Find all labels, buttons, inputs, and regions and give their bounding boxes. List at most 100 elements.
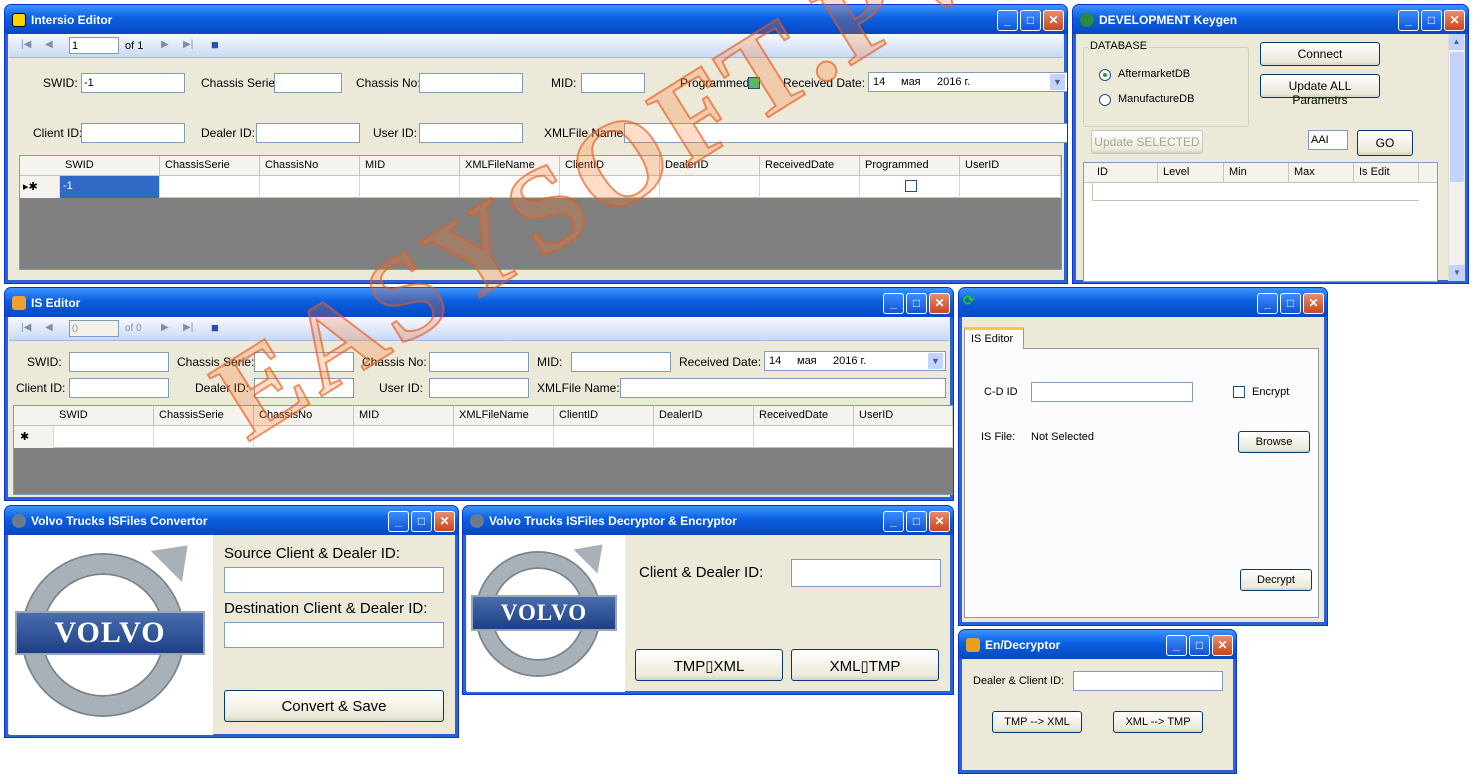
dealer-id-input[interactable]	[256, 123, 360, 143]
col-header[interactable]: Level	[1158, 163, 1224, 183]
keygen-window[interactable]: DEVELOPMENT Keygen _ □ ✕ DATABASE Afterm…	[1072, 4, 1469, 284]
en-decryptor-titlebar[interactable]: En/Decryptor _ □ ✕	[959, 630, 1236, 659]
minimize-button[interactable]: _	[1166, 635, 1187, 656]
swid-cell[interactable]: -1	[60, 176, 160, 198]
grid-cell[interactable]	[460, 176, 560, 198]
swid-input[interactable]	[69, 352, 169, 372]
browse-button[interactable]: Browse	[1238, 431, 1310, 453]
grid-cell[interactable]	[360, 176, 460, 198]
col-header[interactable]: ID	[1092, 163, 1158, 183]
aftermarket-label[interactable]: AftermarketDB	[1118, 68, 1190, 80]
minimize-button[interactable]: _	[883, 511, 904, 532]
first-record-icon[interactable]: |◀	[21, 39, 31, 50]
decrypt-button[interactable]: Decrypt	[1240, 569, 1312, 591]
grid-cell[interactable]	[154, 426, 254, 448]
mid-input[interactable]	[581, 73, 645, 93]
is-editor-titlebar[interactable]: IS Editor _ □ ✕	[5, 288, 953, 317]
grid-cell[interactable]	[254, 426, 354, 448]
records-grid[interactable]: SWID ChassisSerie ChassisNo MID XMLFileN…	[13, 405, 953, 495]
intersio-editor-window[interactable]: Intersio Editor _ □ ✕ |◀ ◀ of 1 ▶ ▶| ■ S…	[4, 4, 1068, 284]
next-record-icon[interactable]: ▶	[161, 322, 169, 333]
convertor-window[interactable]: Volvo Trucks ISFiles Convertor _ □ ✕ VOL…	[4, 505, 459, 738]
decryptor-titlebar[interactable]: Volvo Trucks ISFiles Decryptor & Encrypt…	[463, 506, 953, 535]
grid-cell[interactable]	[554, 426, 654, 448]
manufacture-radio[interactable]	[1099, 94, 1111, 106]
col-header[interactable]: Is Edit	[1354, 163, 1419, 183]
chevron-down-icon[interactable]: ▼	[1050, 74, 1065, 90]
keygen-titlebar[interactable]: DEVELOPMENT Keygen _ □ ✕	[1073, 5, 1468, 34]
grid-cell[interactable]	[160, 176, 260, 198]
col-header[interactable]: ReceivedDate	[760, 156, 860, 176]
prev-record-icon[interactable]: ◀	[45, 39, 53, 50]
close-button[interactable]: ✕	[1303, 293, 1324, 314]
params-grid[interactable]: ID Level Min Max Is Edit	[1083, 162, 1438, 282]
decryptor-window[interactable]: Volvo Trucks ISFiles Decryptor & Encrypt…	[462, 505, 954, 695]
col-header[interactable]: ClientID	[554, 406, 654, 426]
col-header[interactable]: UserID	[960, 156, 1061, 176]
programmed-cell-checkbox[interactable]	[905, 180, 917, 192]
mid-input[interactable]	[571, 352, 671, 372]
intersio-editor-titlebar[interactable]: Intersio Editor _ □ ✕	[5, 5, 1067, 34]
client-id-input[interactable]	[81, 123, 185, 143]
grid-cell[interactable]	[354, 426, 454, 448]
xml-to-tmp-button[interactable]: XML --> TMP	[1113, 711, 1203, 733]
maximize-button[interactable]: □	[906, 293, 927, 314]
received-date-picker[interactable]: 14 мая 2016 г. ▼	[868, 72, 1067, 92]
scroll-down-icon[interactable]: ▼	[1449, 265, 1465, 281]
first-record-icon[interactable]: |◀	[21, 322, 31, 333]
tab-is-editor[interactable]: IS Editor	[964, 327, 1024, 349]
col-header[interactable]: DealerID	[660, 156, 760, 176]
grid-cell[interactable]	[54, 426, 154, 448]
last-record-icon[interactable]: ▶|	[183, 322, 193, 333]
col-header[interactable]: ChassisSerie	[160, 156, 260, 176]
swid-input[interactable]	[81, 73, 185, 93]
source-input[interactable]	[224, 567, 444, 593]
col-header[interactable]: Max	[1289, 163, 1354, 183]
col-header[interactable]: DealerID	[654, 406, 754, 426]
col-header[interactable]: ClientID	[560, 156, 660, 176]
col-header[interactable]: SWID	[54, 406, 154, 426]
col-header[interactable]: ChassisSerie	[154, 406, 254, 426]
close-button[interactable]: ✕	[929, 293, 950, 314]
maximize-button[interactable]: □	[1020, 10, 1041, 31]
records-grid[interactable]: SWID ChassisSerie ChassisNo MID XMLFileN…	[19, 155, 1062, 270]
close-button[interactable]: ✕	[929, 511, 950, 532]
client-id-input[interactable]	[69, 378, 169, 398]
grid-cell[interactable]	[854, 426, 953, 448]
go-button[interactable]: GO	[1357, 130, 1413, 156]
col-header[interactable]: XMLFileName	[454, 406, 554, 426]
minimize-button[interactable]: _	[388, 511, 409, 532]
destination-input[interactable]	[224, 622, 444, 648]
client-dealer-input[interactable]	[791, 559, 941, 587]
cd-id-input[interactable]	[1031, 382, 1193, 402]
encrypt-checkbox[interactable]	[1233, 386, 1245, 398]
col-header[interactable]: Programmed	[860, 156, 960, 176]
last-record-icon[interactable]: ▶|	[183, 39, 193, 50]
save-icon[interactable]: ■	[211, 320, 219, 335]
record-position-input[interactable]	[69, 37, 119, 54]
xmlfile-input[interactable]	[620, 378, 946, 398]
col-header[interactable]: SWID	[60, 156, 160, 176]
vertical-scrollbar[interactable]: ▲ ▼	[1448, 34, 1465, 281]
table-row[interactable]: ✱	[14, 426, 953, 448]
user-id-input[interactable]	[429, 378, 529, 398]
user-id-input[interactable]	[419, 123, 523, 143]
next-record-icon[interactable]: ▶	[161, 39, 169, 50]
convertor-titlebar[interactable]: Volvo Trucks ISFiles Convertor _ □ ✕	[5, 506, 458, 535]
minimize-button[interactable]: _	[1257, 293, 1278, 314]
en-decryptor-window[interactable]: En/Decryptor _ □ ✕ Dealer & Client ID: T…	[958, 629, 1237, 774]
programmed-checkbox[interactable]	[748, 77, 760, 89]
col-header[interactable]: Min	[1224, 163, 1289, 183]
table-row[interactable]: ▸✱ -1	[20, 176, 1061, 198]
minimize-button[interactable]: _	[883, 293, 904, 314]
xmlfile-input[interactable]	[624, 123, 1067, 143]
col-header[interactable]: XMLFileName	[460, 156, 560, 176]
maximize-button[interactable]: □	[1189, 635, 1210, 656]
dealer-client-input[interactable]	[1073, 671, 1223, 691]
is-editor-window[interactable]: IS Editor _ □ ✕ |◀ ◀ of 0 ▶ ▶| ■ SWID: C…	[4, 287, 954, 501]
dealer-id-input[interactable]	[254, 378, 354, 398]
record-position-input[interactable]	[69, 320, 119, 337]
chassis-serie-input[interactable]	[254, 352, 354, 372]
col-header[interactable]: MID	[354, 406, 454, 426]
maximize-button[interactable]: □	[1421, 10, 1442, 31]
